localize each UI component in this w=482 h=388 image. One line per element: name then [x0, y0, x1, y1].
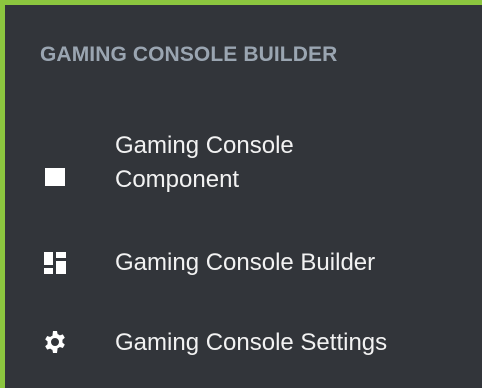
sidebar-section-title: GAMING CONSOLE BUILDER — [40, 43, 338, 66]
square-icon — [45, 168, 65, 186]
sidebar-item-gaming-console-builder[interactable]: Gaming Console Builder — [5, 241, 482, 291]
sidebar-item-gaming-console-component[interactable]: Gaming Console Component — [5, 123, 482, 211]
sidebar-item-label: Gaming Console Settings — [115, 329, 388, 356]
sidebar-panel: GAMING CONSOLE BUILDER Gaming Console Co… — [5, 5, 482, 388]
sidebar-item-label: Gaming Console Component — [115, 132, 294, 193]
sidebar-frame: GAMING CONSOLE BUILDER Gaming Console Co… — [0, 0, 482, 388]
gear-icon — [45, 331, 65, 353]
sidebar-item-gaming-console-settings[interactable]: Gaming Console Settings — [5, 321, 482, 371]
sidebar-item-label: Gaming Console Builder — [115, 249, 376, 276]
layout-grid-icon — [44, 252, 66, 274]
